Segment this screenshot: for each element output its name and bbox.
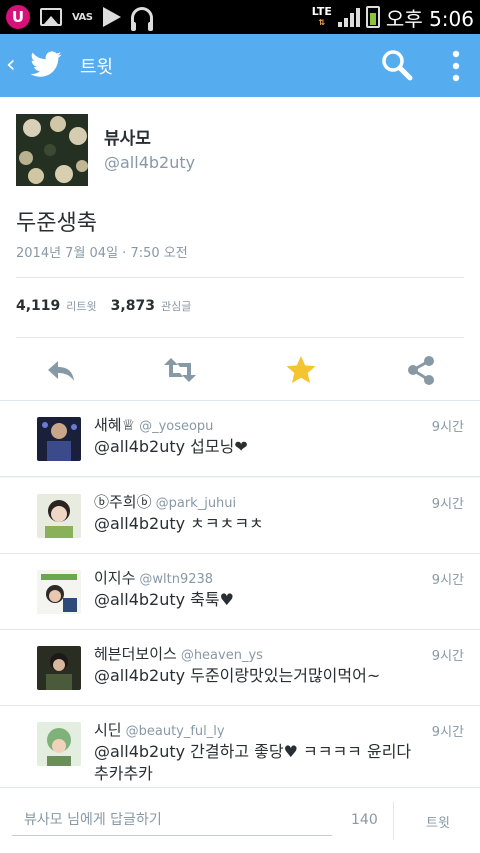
favorite-count[interactable]: 3,873: [111, 298, 155, 314]
reply-time: 9시간: [431, 497, 464, 512]
favorite-star-icon[interactable]: [284, 353, 318, 387]
headphones-icon: [130, 7, 153, 31]
reply-author[interactable]: 새혜♕ @_yoseopu: [94, 414, 213, 435]
reply-item[interactable]: 헤븐더보이스 @heaven_ys 9시간 @all4b2uty 두준이랑맛있는거…: [0, 630, 480, 706]
reply-avatar[interactable]: [37, 722, 81, 766]
divider: [16, 277, 464, 278]
overflow-menu-icon[interactable]: [446, 48, 466, 84]
reply-item[interactable]: ⓑ주희ⓑ @park_juhui 9시간 @all4b2uty ㅊㅋㅊㅋㅊ: [0, 478, 480, 554]
reply-input[interactable]: [12, 804, 332, 836]
divider: [0, 476, 480, 477]
author-avatar[interactable]: [16, 114, 88, 186]
reply-author-name[interactable]: 이지수: [94, 569, 135, 587]
reply-author-name[interactable]: 새혜♕: [94, 416, 135, 434]
retweet-count[interactable]: 4,119: [16, 298, 60, 314]
reply-avatar[interactable]: [37, 417, 81, 461]
reply-author-name[interactable]: 시딘: [94, 721, 122, 739]
retweet-icon[interactable]: [163, 353, 197, 387]
character-count: 140: [351, 812, 378, 828]
reply-compose-bar: 140 트윗: [0, 787, 480, 853]
avatar-image: [37, 646, 81, 690]
avatar-image: [37, 494, 81, 538]
gallery-icon: [40, 8, 62, 26]
avatar-image: [16, 114, 88, 186]
tweet-send-button[interactable]: 트윗: [412, 810, 464, 832]
author-handle[interactable]: @all4b2uty: [104, 153, 195, 172]
divider: [393, 802, 394, 840]
status-bar-notifications: U VAS: [6, 5, 153, 31]
reply-author-name[interactable]: 헤븐더보이스: [94, 645, 177, 663]
reply-text: @all4b2uty 두준이랑맛있는거많이먹어~: [94, 666, 381, 685]
vas-icon: VAS: [72, 11, 93, 23]
network-type: LTE ⇅: [311, 5, 332, 27]
reply-author-name[interactable]: ⓑ주희ⓑ: [94, 493, 152, 511]
carrier-icon: U: [6, 5, 30, 29]
reply-item[interactable]: 이지수 @wltn9238 9시간 @all4b2uty 축툭♥: [0, 554, 480, 630]
reply-item[interactable]: 시딘 @beauty_ful_ly 9시간 @all4b2uty 간결하고 좋당♥…: [0, 706, 480, 787]
app-header: ‹ 트윗: [0, 34, 480, 97]
reply-author-handle[interactable]: @_yoseopu: [139, 419, 213, 434]
reply-text: @all4b2uty 축툭♥: [94, 590, 234, 609]
author-name[interactable]: 뷰사모: [104, 124, 151, 149]
twitter-bird-icon[interactable]: [28, 48, 64, 82]
reply-avatar[interactable]: [37, 646, 81, 690]
back-icon[interactable]: ‹: [6, 51, 16, 77]
avatar-image: [37, 722, 81, 766]
tweet-stats: 4,119 리트윗 3,873 관심글: [16, 298, 205, 314]
reply-text: @all4b2uty ㅊㅋㅊㅋㅊ: [94, 514, 264, 533]
clock: 오후 5:06: [385, 6, 474, 31]
battery-icon: [365, 6, 380, 28]
tweet-text: 두준생축: [16, 211, 97, 236]
search-icon[interactable]: [380, 48, 414, 82]
signal-icon: [337, 7, 360, 27]
reply-author-handle[interactable]: @wltn9238: [139, 572, 213, 587]
avatar-image: [37, 417, 81, 461]
avatar-image: [37, 570, 81, 614]
reply-avatar[interactable]: [37, 570, 81, 614]
status-bar-system: LTE ⇅ 오후 5:06: [312, 2, 474, 32]
status-bar: U VAS LTE ⇅ 오후 5:06: [0, 0, 480, 34]
share-icon[interactable]: [404, 353, 438, 387]
reply-author[interactable]: 시딘 @beauty_ful_ly: [94, 719, 225, 740]
reply-time: 9시간: [431, 420, 464, 435]
reply-author[interactable]: 헤븐더보이스 @heaven_ys: [94, 643, 263, 664]
reply-author-handle[interactable]: @park_juhui: [156, 496, 237, 511]
tweet-timestamp: 2014년 7월 04일 · 7:50 오전: [16, 246, 188, 261]
page-title: 트윗: [80, 57, 114, 78]
reply-text: @all4b2uty 섭모닝❤: [94, 437, 248, 456]
reply-author[interactable]: ⓑ주희ⓑ @park_juhui: [94, 491, 236, 512]
reply-time: 9시간: [431, 573, 464, 588]
reply-avatar[interactable]: [37, 494, 81, 538]
reply-list[interactable]: 새혜♕ @_yoseopu 9시간 @all4b2uty 섭모닝❤ ⓑ주희ⓑ @pa…: [0, 401, 480, 787]
reply-time: 9시간: [431, 725, 464, 740]
reply-author-handle[interactable]: @beauty_ful_ly: [126, 724, 225, 739]
reply-author-handle[interactable]: @heaven_ys: [181, 648, 263, 663]
reply-text: @all4b2uty 간결하고 좋당♥ ㅋㅋㅋㅋ 윤리다 추카추카: [94, 742, 412, 783]
reply-icon[interactable]: [44, 353, 78, 387]
reply-author[interactable]: 이지수 @wltn9238: [94, 567, 213, 588]
retweet-label[interactable]: 리트윗: [66, 298, 96, 314]
favorite-label[interactable]: 관심글: [161, 298, 191, 314]
reply-time: 9시간: [431, 649, 464, 664]
divider: [16, 337, 464, 338]
play-icon: [102, 7, 121, 27]
reply-item[interactable]: 새혜♕ @_yoseopu 9시간 @all4b2uty 섭모닝❤: [0, 401, 480, 477]
